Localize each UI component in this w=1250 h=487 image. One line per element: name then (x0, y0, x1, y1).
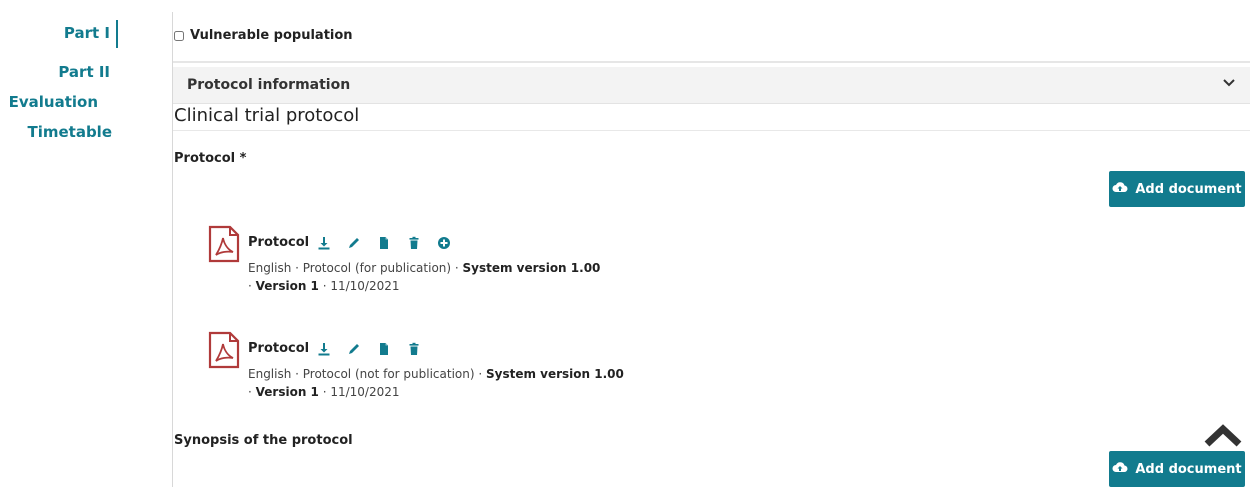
document-name[interactable]: Protocol (248, 341, 309, 356)
synopsis-field-label: Synopsis of the protocol (174, 433, 353, 448)
pdf-file-icon (207, 331, 241, 369)
separator: · (248, 385, 256, 399)
divider (173, 130, 1250, 131)
file-icon[interactable] (377, 234, 407, 252)
system-version: System version 1.00 (462, 261, 601, 275)
vulnerable-population-option[interactable]: Vulnerable population (174, 28, 353, 43)
scroll-to-top-icon[interactable] (1203, 423, 1243, 447)
document-language-type: English · Protocol (not for publication)… (248, 367, 486, 381)
accordion-title: Protocol information (187, 77, 351, 93)
document-metadata: English · Protocol (not for publication)… (248, 365, 624, 401)
vulnerable-population-checkbox[interactable] (174, 30, 184, 41)
document-date: · 11/10/2021 (318, 385, 400, 399)
separator: · (248, 279, 256, 293)
cloud-upload-icon (1112, 180, 1128, 198)
document-date: · 11/10/2021 (318, 279, 400, 293)
edit-icon[interactable] (347, 234, 377, 252)
document-actions (317, 340, 437, 358)
delete-icon[interactable] (407, 340, 437, 358)
add-document-button[interactable]: Add document (1109, 171, 1245, 207)
pdf-file-icon (207, 225, 241, 263)
document-version: Version 1 (255, 279, 319, 293)
divider (173, 61, 1250, 63)
chevron-down-icon[interactable] (1222, 75, 1236, 94)
add-circle-icon[interactable] (437, 234, 467, 252)
nav-item-part-i[interactable]: Part I (64, 24, 110, 42)
nav-item-evaluation[interactable]: Evaluation (9, 93, 98, 111)
document-name[interactable]: Protocol (248, 235, 309, 250)
download-icon[interactable] (317, 340, 347, 358)
delete-icon[interactable] (407, 234, 437, 252)
vulnerable-population-label: Vulnerable population (190, 28, 353, 43)
document-actions (317, 234, 467, 252)
add-document-label: Add document (1135, 181, 1242, 197)
edit-icon[interactable] (347, 340, 377, 358)
add-document-button[interactable]: Add document (1109, 451, 1245, 487)
cloud-upload-icon (1112, 460, 1128, 478)
download-icon[interactable] (317, 234, 347, 252)
system-version: System version 1.00 (485, 367, 624, 381)
section-title: Clinical trial protocol (174, 105, 360, 126)
protocol-field-label: Protocol * (174, 151, 247, 166)
document-metadata: English · Protocol (for publication) · S… (248, 259, 600, 295)
document-version: Version 1 (255, 385, 319, 399)
file-icon[interactable] (377, 340, 407, 358)
nav-active-indicator (116, 20, 118, 48)
side-nav: Part I Part II Evaluation Timetable (0, 0, 172, 487)
nav-item-timetable[interactable]: Timetable (27, 123, 112, 141)
document-language-type: English · Protocol (for publication) · (248, 261, 463, 275)
nav-item-part-ii[interactable]: Part II (58, 63, 110, 81)
protocol-information-accordion[interactable]: Protocol information (173, 67, 1250, 104)
add-document-label: Add document (1135, 461, 1242, 477)
